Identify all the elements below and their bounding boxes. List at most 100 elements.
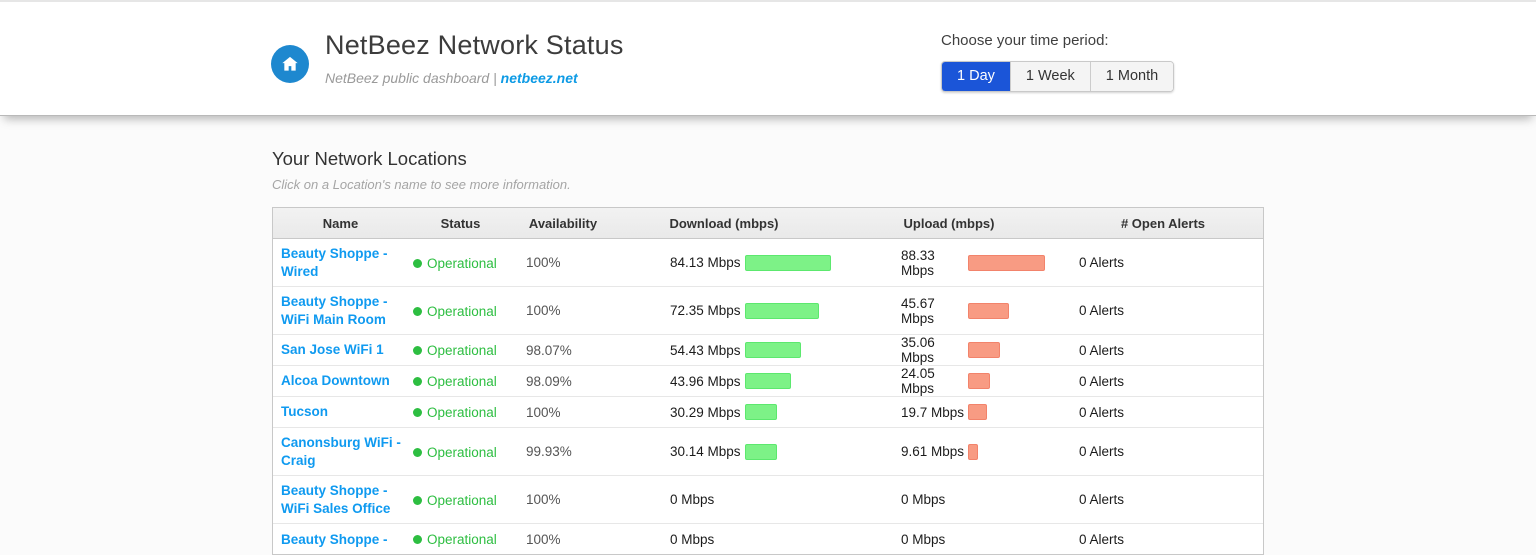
download-value: 30.29 Mbps bbox=[670, 404, 741, 420]
status-dot-icon bbox=[413, 346, 422, 356]
title-block: NetBeez Network Status NetBeez public da… bbox=[325, 30, 624, 86]
download-cell: 0 Mbps bbox=[613, 492, 835, 507]
upload-value: 45.67 Mbps bbox=[901, 295, 935, 326]
location-link[interactable]: Beauty Shoppe - Wired bbox=[281, 245, 404, 280]
upload-cell: 24.05 Mbps bbox=[835, 366, 1063, 396]
status-dot-icon bbox=[413, 495, 422, 505]
name-cell: Canonsburg WiFi - Craig bbox=[273, 428, 408, 475]
table-row: San Jose WiFi 1 Operational 98.07% 54.43 Mb… bbox=[273, 335, 1263, 367]
upload-cell: 45.67 Mbps bbox=[835, 296, 1063, 326]
upload-bar bbox=[968, 302, 1009, 319]
upload-bar bbox=[968, 443, 978, 460]
alerts-cell: 0 Alerts bbox=[1079, 444, 1125, 460]
download-cell: 30.14 Mbps bbox=[613, 443, 835, 460]
status-cell: Operational bbox=[408, 303, 513, 319]
location-link[interactable]: Alcoa Downtown bbox=[281, 372, 390, 390]
upload-value: 35.06 Mbps bbox=[901, 335, 935, 366]
time-period-button-1-month[interactable]: 1 Month bbox=[1089, 62, 1174, 91]
availability-cell: 100% bbox=[526, 404, 561, 420]
upload-value: 24.05 Mbps bbox=[901, 366, 935, 397]
download-bar bbox=[745, 373, 791, 390]
status-dot-icon bbox=[413, 447, 422, 457]
upload-cell: 0 Mbps bbox=[835, 532, 1063, 547]
download-value: 72.35 Mbps bbox=[670, 303, 741, 319]
download-cell: 54.43 Mbps bbox=[613, 342, 835, 359]
name-cell: Beauty Shoppe - Wired bbox=[273, 239, 408, 286]
download-cell: 84.13 Mbps bbox=[613, 254, 835, 271]
download-value: 43.96 Mbps bbox=[670, 373, 741, 389]
time-period-button-1-day[interactable]: 1 Day bbox=[942, 62, 1010, 91]
upload-cell: 88.33 Mbps bbox=[835, 248, 1063, 278]
page-header: NetBeez Network Status NetBeez public da… bbox=[0, 0, 1536, 116]
table-row: Beauty Shoppe - WiFi Sales Office Operati… bbox=[273, 476, 1263, 525]
name-cell: Alcoa Downtown bbox=[273, 366, 408, 396]
page-title: NetBeez Network Status bbox=[325, 30, 624, 60]
download-value: 54.43 Mbps bbox=[670, 342, 741, 358]
location-link[interactable]: Canonsburg WiFi - Craig bbox=[281, 434, 404, 469]
column-header: Availability bbox=[528, 215, 598, 231]
availability-cell: 98.09% bbox=[526, 373, 572, 389]
location-link[interactable]: San Jose WiFi 1 bbox=[281, 341, 384, 359]
time-period-button-group: 1 Day 1 Week 1 Month bbox=[941, 61, 1175, 92]
table-row: Beauty Shoppe - WiFi Main Room Operationa… bbox=[273, 287, 1263, 336]
table-row: Beauty Shoppe - Wired Operational 100% 84.1… bbox=[273, 239, 1263, 288]
time-period-label: Choose your time period: bbox=[941, 32, 1109, 49]
netbeez-link[interactable]: netbeez.net bbox=[501, 70, 578, 86]
download-bar bbox=[745, 342, 801, 359]
home-icon-glyph bbox=[282, 56, 298, 71]
status-cell: Operational bbox=[408, 373, 513, 389]
upload-cell: 0 Mbps bbox=[835, 492, 1063, 507]
table-header-row: Name Status Availability Download (mbps) Upl… bbox=[273, 208, 1263, 239]
column-header: Status bbox=[440, 215, 481, 231]
status-cell: Operational bbox=[408, 531, 513, 547]
alerts-cell: 0 Alerts bbox=[1079, 342, 1125, 358]
upload-bar bbox=[968, 373, 990, 390]
page-subtitle-text: NetBeez public dashboard | bbox=[325, 70, 501, 86]
alerts-cell: 0 Alerts bbox=[1079, 373, 1125, 389]
status-label: Operational bbox=[427, 532, 497, 548]
status-dot-icon bbox=[413, 377, 422, 387]
name-cell: Beauty Shoppe - WiFi Main Room bbox=[273, 287, 408, 334]
download-bar bbox=[745, 443, 777, 460]
status-label: Operational bbox=[427, 303, 497, 319]
download-bar bbox=[745, 404, 777, 421]
name-cell: San Jose WiFi 1 bbox=[273, 335, 408, 365]
availability-cell: 100% bbox=[526, 531, 561, 547]
page-subtitle: NetBeez public dashboard | netbeez.net bbox=[325, 70, 624, 86]
table-row: Beauty Shoppe - Operational 100% 0 Mbps 0 Mb… bbox=[273, 524, 1263, 554]
alerts-cell: 0 Alerts bbox=[1079, 255, 1125, 271]
name-cell: Tucson bbox=[273, 397, 408, 427]
status-label: Operational bbox=[427, 444, 497, 460]
column-header: Download (mbps) bbox=[669, 215, 779, 231]
download-bar bbox=[745, 254, 831, 271]
download-cell: 30.29 Mbps bbox=[613, 404, 835, 421]
home-icon[interactable] bbox=[271, 45, 309, 83]
table-row: Alcoa Downtown Operational 98.09% 43.96 Mbp… bbox=[273, 366, 1263, 398]
download-value: 84.13 Mbps bbox=[670, 255, 741, 271]
section-title: Your Network Locations bbox=[272, 148, 467, 169]
download-cell: 0 Mbps bbox=[613, 532, 835, 547]
status-label: Operational bbox=[427, 343, 497, 359]
table-body: Beauty Shoppe - Wired Operational 100% 84.1… bbox=[273, 239, 1263, 554]
location-link[interactable]: Beauty Shoppe - WiFi Main Room bbox=[281, 293, 404, 328]
table-row: Tucson Operational 100% 30.29 Mbps 19.7 Mbps… bbox=[273, 397, 1263, 429]
upload-value: 19.7 Mbps bbox=[901, 404, 965, 420]
main-content: Your Network Locations Click on a Locati… bbox=[0, 122, 1536, 555]
upload-value: 9.61 Mbps bbox=[901, 444, 965, 460]
status-label: Operational bbox=[427, 492, 497, 508]
locations-table: Name Status Availability Download (mbps) Upl… bbox=[272, 207, 1264, 555]
location-link[interactable]: Tucson bbox=[281, 403, 328, 421]
time-period-button-1-week[interactable]: 1 Week bbox=[1009, 62, 1090, 91]
time-period-block: Choose your time period: 1 Day 1 Week 1 Mo… bbox=[941, 32, 1175, 92]
location-link[interactable]: Beauty Shoppe - bbox=[281, 531, 388, 549]
status-cell: Operational bbox=[408, 255, 513, 271]
download-bar bbox=[745, 302, 819, 319]
alerts-cell: 0 Alerts bbox=[1079, 531, 1125, 547]
location-link[interactable]: Beauty Shoppe - WiFi Sales Office bbox=[281, 482, 404, 517]
status-label: Operational bbox=[427, 255, 497, 271]
availability-cell: 99.93% bbox=[526, 444, 572, 460]
column-header: Upload (mbps) bbox=[903, 215, 995, 231]
download-value: 0 Mbps bbox=[670, 492, 715, 508]
status-dot-icon bbox=[413, 408, 422, 418]
status-cell: Operational bbox=[408, 444, 513, 460]
